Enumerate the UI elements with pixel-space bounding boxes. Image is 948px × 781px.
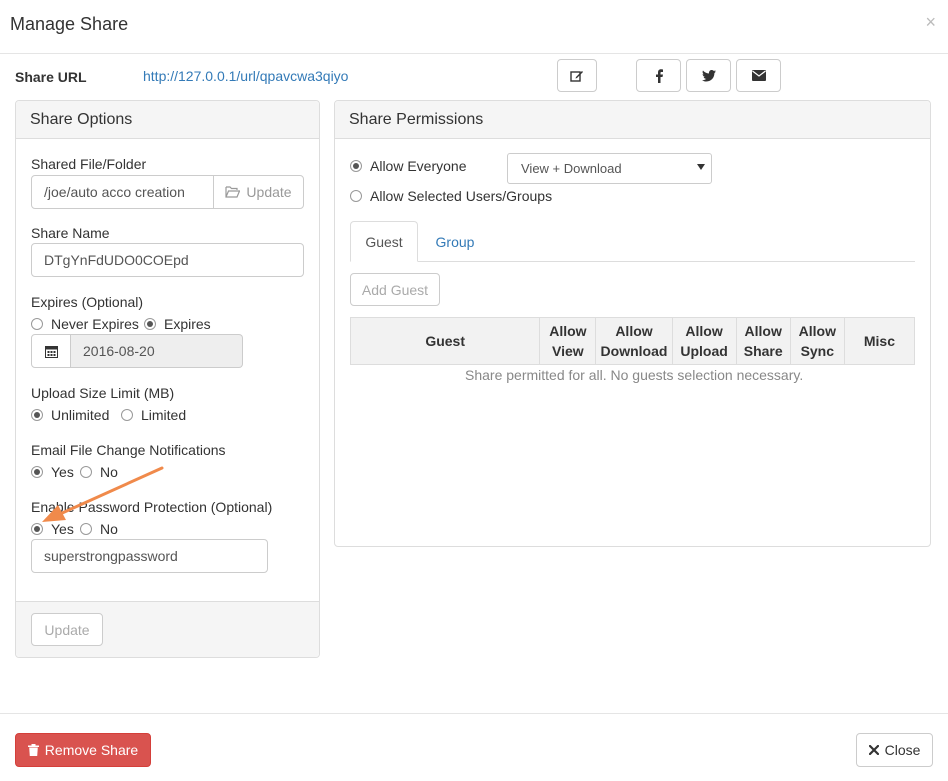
- share-url-link[interactable]: http://127.0.0.1/url/qpavcwa3qiyo: [143, 68, 348, 84]
- share-options-heading: Share Options: [16, 101, 319, 139]
- allow-selected-label: Allow Selected Users/Groups: [370, 188, 553, 204]
- share-name-input[interactable]: DTgYnFdUDO0COEpd: [31, 243, 304, 277]
- radio-button-checked[interactable]: [31, 466, 43, 478]
- remove-share-label: Remove Share: [44, 742, 139, 758]
- calendar-button[interactable]: [31, 334, 71, 368]
- upload-unlimited-label: Unlimited: [51, 407, 110, 423]
- shared-file-label: Shared File/Folder: [31, 156, 147, 172]
- empty-permissions-message: Share permitted for all. No guests selec…: [465, 367, 804, 383]
- share-name-label: Share Name: [31, 225, 110, 241]
- radio-button-checked[interactable]: [31, 523, 43, 535]
- email-yes-radio[interactable]: Yes: [31, 464, 74, 480]
- edit-url-button[interactable]: [557, 59, 597, 92]
- expires-radio-label: Expires: [164, 316, 211, 332]
- guest-permissions-table: Guest Allow View Allow Download Allow Up…: [349, 317, 916, 365]
- password-input[interactable]: superstrongpassword: [31, 539, 268, 573]
- modal-title: Manage Share: [10, 14, 129, 34]
- radio-button[interactable]: [80, 466, 92, 478]
- upload-limited-radio[interactable]: Limited: [121, 407, 186, 423]
- upload-limit-label: Upload Size Limit (MB): [31, 385, 175, 401]
- password-protection-label: Enable Password Protection (Optional): [31, 499, 273, 515]
- col-allow-download: Allow Download: [595, 317, 673, 365]
- shared-file-update-label: Update: [246, 184, 292, 200]
- caret-down-icon: [697, 164, 705, 170]
- close-icon[interactable]: ×: [925, 12, 936, 33]
- add-guest-button[interactable]: Add Guest: [350, 273, 440, 306]
- email-no-label: No: [100, 464, 118, 480]
- shared-file-input[interactable]: /joe/auto acco creation: [31, 175, 214, 209]
- never-expires-label: Never Expires: [51, 316, 139, 332]
- facebook-icon: [655, 68, 663, 83]
- share-options-panel: Share Options Shared File/Folder /joe/au…: [15, 100, 320, 658]
- radio-button[interactable]: [31, 318, 43, 330]
- expires-radio[interactable]: Expires: [144, 316, 211, 332]
- share-permissions-heading: Share Permissions: [335, 101, 930, 139]
- share-options-footer: Update: [16, 601, 319, 657]
- allow-everyone-label: Allow Everyone: [370, 158, 467, 174]
- allow-selected-radio[interactable]: Allow Selected Users/Groups: [350, 188, 552, 204]
- twitter-icon: [701, 69, 716, 81]
- expires-label: Expires (Optional): [31, 294, 144, 310]
- password-yes-label: Yes: [51, 521, 74, 537]
- modal-header: Manage Share ×: [0, 0, 948, 54]
- permission-select[interactable]: View + Download: [507, 153, 712, 184]
- options-update-button[interactable]: Update: [31, 613, 103, 646]
- close-button-label: Close: [884, 742, 921, 758]
- upload-limited-label: Limited: [141, 407, 187, 423]
- close-icon: [868, 745, 879, 755]
- allow-everyone-radio[interactable]: Allow Everyone: [350, 158, 467, 174]
- expires-date-input[interactable]: 2016-08-20: [71, 334, 243, 368]
- col-allow-upload: Allow Upload: [671, 317, 737, 365]
- twitter-share-button[interactable]: [686, 59, 731, 92]
- email-notifications-label: Email File Change Notifications: [31, 442, 226, 458]
- calendar-icon: [44, 345, 58, 358]
- facebook-share-button[interactable]: [636, 59, 681, 92]
- table-header-row: Guest Allow View Allow Download Allow Up…: [349, 317, 916, 365]
- tab-group[interactable]: Group: [424, 221, 486, 262]
- radio-button[interactable]: [350, 190, 362, 202]
- col-guest: Guest: [349, 317, 541, 365]
- trash-icon: [27, 744, 39, 756]
- radio-button[interactable]: [80, 523, 92, 535]
- password-yes-radio[interactable]: Yes: [31, 521, 74, 537]
- radio-button-checked[interactable]: [31, 409, 43, 421]
- email-no-radio[interactable]: No: [80, 464, 118, 480]
- col-misc: Misc: [843, 317, 916, 365]
- never-expires-radio[interactable]: Never Expires: [31, 316, 139, 332]
- envelope-icon: [751, 70, 766, 81]
- col-allow-share: Allow Share: [735, 317, 791, 365]
- folder-open-icon: [225, 186, 241, 198]
- radio-button-checked[interactable]: [350, 160, 362, 172]
- upload-unlimited-radio[interactable]: Unlimited: [31, 407, 109, 423]
- close-button[interactable]: Close: [856, 733, 933, 767]
- edit-icon: [570, 70, 583, 82]
- shared-file-update-button[interactable]: Update: [213, 175, 304, 209]
- permission-select-value: View + Download: [521, 161, 622, 176]
- col-allow-view: Allow View: [539, 317, 597, 365]
- radio-button-checked[interactable]: [144, 318, 156, 330]
- share-url-label: Share URL: [15, 69, 87, 85]
- email-share-button[interactable]: [736, 59, 781, 92]
- col-allow-sync: Allow Sync: [789, 317, 845, 365]
- remove-share-button[interactable]: Remove Share: [15, 733, 151, 767]
- email-yes-label: Yes: [51, 464, 74, 480]
- expires-date-group: 2016-08-20: [31, 334, 243, 368]
- password-no-label: No: [100, 521, 118, 537]
- share-permissions-panel: Share Permissions Allow Everyone View + …: [334, 100, 931, 547]
- password-no-radio[interactable]: No: [80, 521, 118, 537]
- tab-guest[interactable]: Guest: [350, 221, 418, 262]
- radio-button[interactable]: [121, 409, 133, 421]
